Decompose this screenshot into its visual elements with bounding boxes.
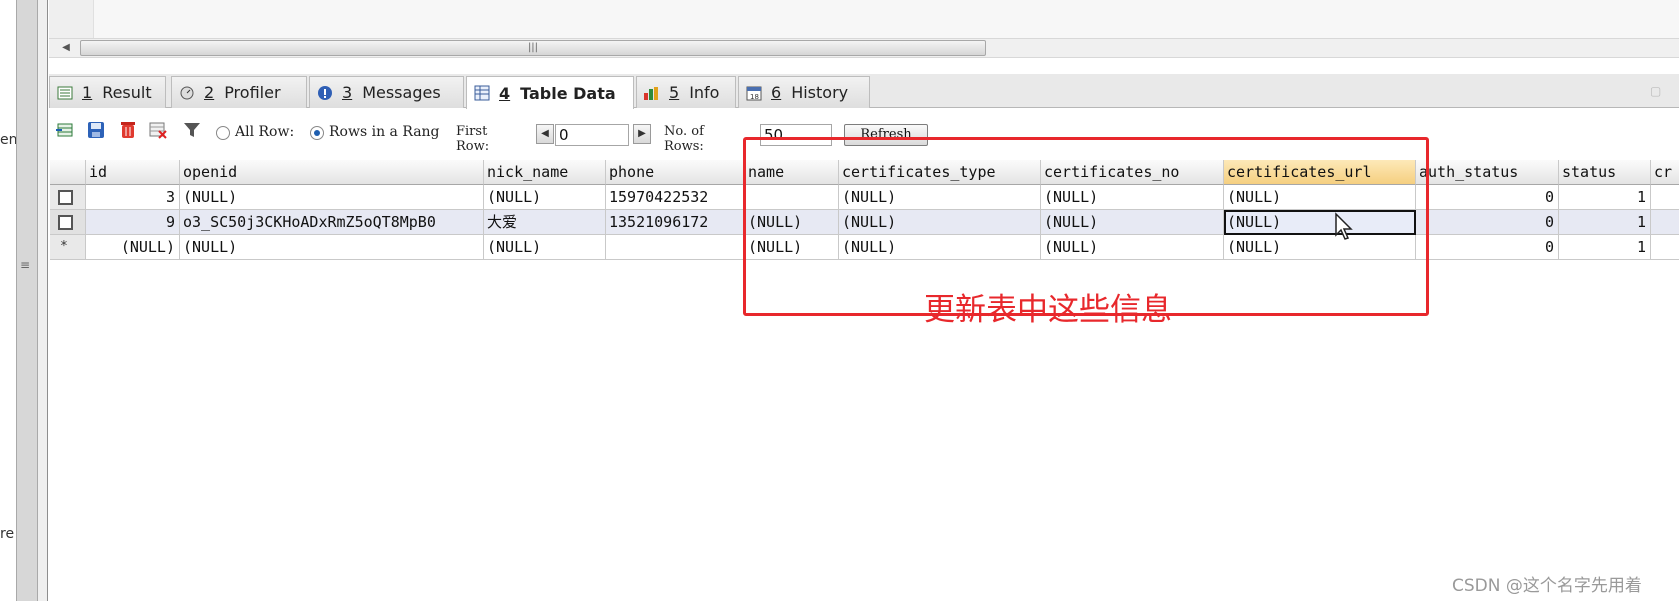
tab-table-data[interactable]: 4 Table Data — [466, 76, 634, 109]
cell-nick-name[interactable]: (NULL) — [484, 235, 606, 260]
previous-page-button[interactable]: ◀ — [536, 124, 554, 144]
cell-phone[interactable] — [606, 235, 745, 260]
tab-number: 4 — [499, 83, 511, 103]
tab-result[interactable]: 1 Result — [49, 76, 166, 108]
next-page-button[interactable]: ▶ — [633, 124, 651, 144]
cell-id[interactable]: 3 — [86, 185, 180, 210]
tab-label: Profiler — [224, 83, 281, 102]
all-rows-label: All Row: — [235, 124, 295, 140]
panel-border — [38, 0, 48, 601]
cell-phone[interactable]: 13521096172 — [606, 210, 745, 235]
watermark: CSDN @这个名字先用着 — [1452, 576, 1642, 596]
column-header-auth-status[interactable]: auth_status — [1416, 160, 1559, 185]
tab-history[interactable]: 18 6 History — [738, 76, 870, 108]
insert-row-icon[interactable] — [55, 120, 75, 140]
cell-cr[interactable] — [1651, 235, 1679, 260]
tab-label: Table Data — [520, 83, 616, 103]
column-header-phone[interactable]: phone — [606, 160, 745, 185]
scroll-left-arrow-icon[interactable]: ◀ — [58, 39, 74, 57]
tab-number: 6 — [771, 83, 782, 102]
select-all-header[interactable] — [50, 160, 86, 185]
column-header-status[interactable]: status — [1559, 160, 1651, 185]
save-icon[interactable] — [86, 120, 106, 140]
panel-control-icon[interactable]: ▢ — [1650, 84, 1670, 98]
rows-in-range-label: Rows in a Rang — [329, 124, 440, 140]
tab-messages[interactable]: 3 Messages — [309, 76, 464, 108]
first-row-label: First Row: — [456, 124, 490, 154]
cell-openid[interactable]: (NULL) — [180, 235, 484, 260]
tab-number: 5 — [669, 83, 680, 102]
query-editor[interactable] — [49, 0, 1679, 38]
row-checkbox[interactable] — [58, 215, 73, 230]
left-panel-text-bottom: re — [0, 526, 15, 542]
cancel-changes-icon[interactable] — [148, 120, 168, 140]
editor-gutter — [49, 0, 94, 38]
column-header-id[interactable]: id — [86, 160, 180, 185]
cell-auth-status[interactable]: 0 — [1416, 235, 1559, 260]
rows-in-range-radio[interactable] — [310, 126, 324, 140]
tab-profiler[interactable]: 2 Profiler — [171, 76, 307, 108]
svg-text:18: 18 — [750, 93, 759, 101]
cell-nick-name[interactable]: (NULL) — [484, 185, 606, 210]
cell-id[interactable]: 9 — [86, 210, 180, 235]
first-row-input[interactable]: 0 — [555, 124, 629, 146]
column-header-cr[interactable]: cr — [1651, 160, 1679, 185]
cell-auth-status[interactable]: 0 — [1416, 210, 1559, 235]
tab-label: Result — [102, 83, 152, 102]
delete-icon[interactable] — [118, 120, 138, 140]
info-icon — [644, 86, 658, 100]
row-selector[interactable] — [50, 210, 86, 235]
scrollbar-thumb[interactable]: ||| — [80, 40, 986, 56]
tab-number: 2 — [204, 83, 215, 102]
tab-label: Info — [689, 83, 720, 102]
profiler-icon — [180, 86, 194, 99]
column-header-nick-name[interactable]: nick_name — [484, 160, 606, 185]
new-row-marker-icon: * — [60, 239, 68, 254]
cell-nick-name[interactable]: 大爱 — [484, 210, 606, 235]
all-rows-radio[interactable] — [216, 126, 230, 140]
history-icon: 18 — [746, 86, 762, 101]
messages-icon — [318, 85, 332, 100]
column-header-openid[interactable]: openid — [180, 160, 484, 185]
cell-openid[interactable]: o3_SC50j3CKHoADxRmZ5oQT8MpB0 — [180, 210, 484, 235]
row-checkbox[interactable] — [58, 190, 73, 205]
tab-number: 1 — [82, 83, 93, 102]
cell-status[interactable]: 1 — [1559, 185, 1651, 210]
row-selector[interactable]: * — [50, 235, 86, 260]
filter-icon[interactable] — [182, 120, 202, 140]
cell-cr[interactable] — [1651, 185, 1679, 210]
tab-label: History — [791, 83, 849, 102]
tab-number: 3 — [342, 83, 353, 102]
result-icon — [57, 86, 73, 99]
splitter-bar[interactable] — [16, 0, 38, 601]
cell-phone[interactable]: 15970422532 — [606, 185, 745, 210]
no-of-rows-label: No. of Rows: — [664, 124, 704, 154]
left-panel-text-top: en — [0, 132, 18, 148]
tab-info[interactable]: 5 Info — [636, 76, 736, 108]
cell-status[interactable]: 1 — [1559, 210, 1651, 235]
splitter-grip-icon[interactable]: ≡ — [20, 258, 30, 272]
cell-auth-status[interactable]: 0 — [1416, 185, 1559, 210]
mouse-cursor-icon — [1335, 212, 1353, 240]
tab-label: Messages — [362, 83, 441, 102]
row-selector[interactable] — [50, 185, 86, 210]
cell-openid[interactable]: (NULL) — [180, 185, 484, 210]
left-panel-edge — [0, 0, 16, 601]
cell-cr[interactable] — [1651, 210, 1679, 235]
cell-status[interactable]: 1 — [1559, 235, 1651, 260]
annotation-text: 更新表中这些信息 — [924, 292, 1172, 328]
table-data-icon — [474, 85, 490, 101]
cell-id[interactable]: (NULL) — [86, 235, 180, 260]
